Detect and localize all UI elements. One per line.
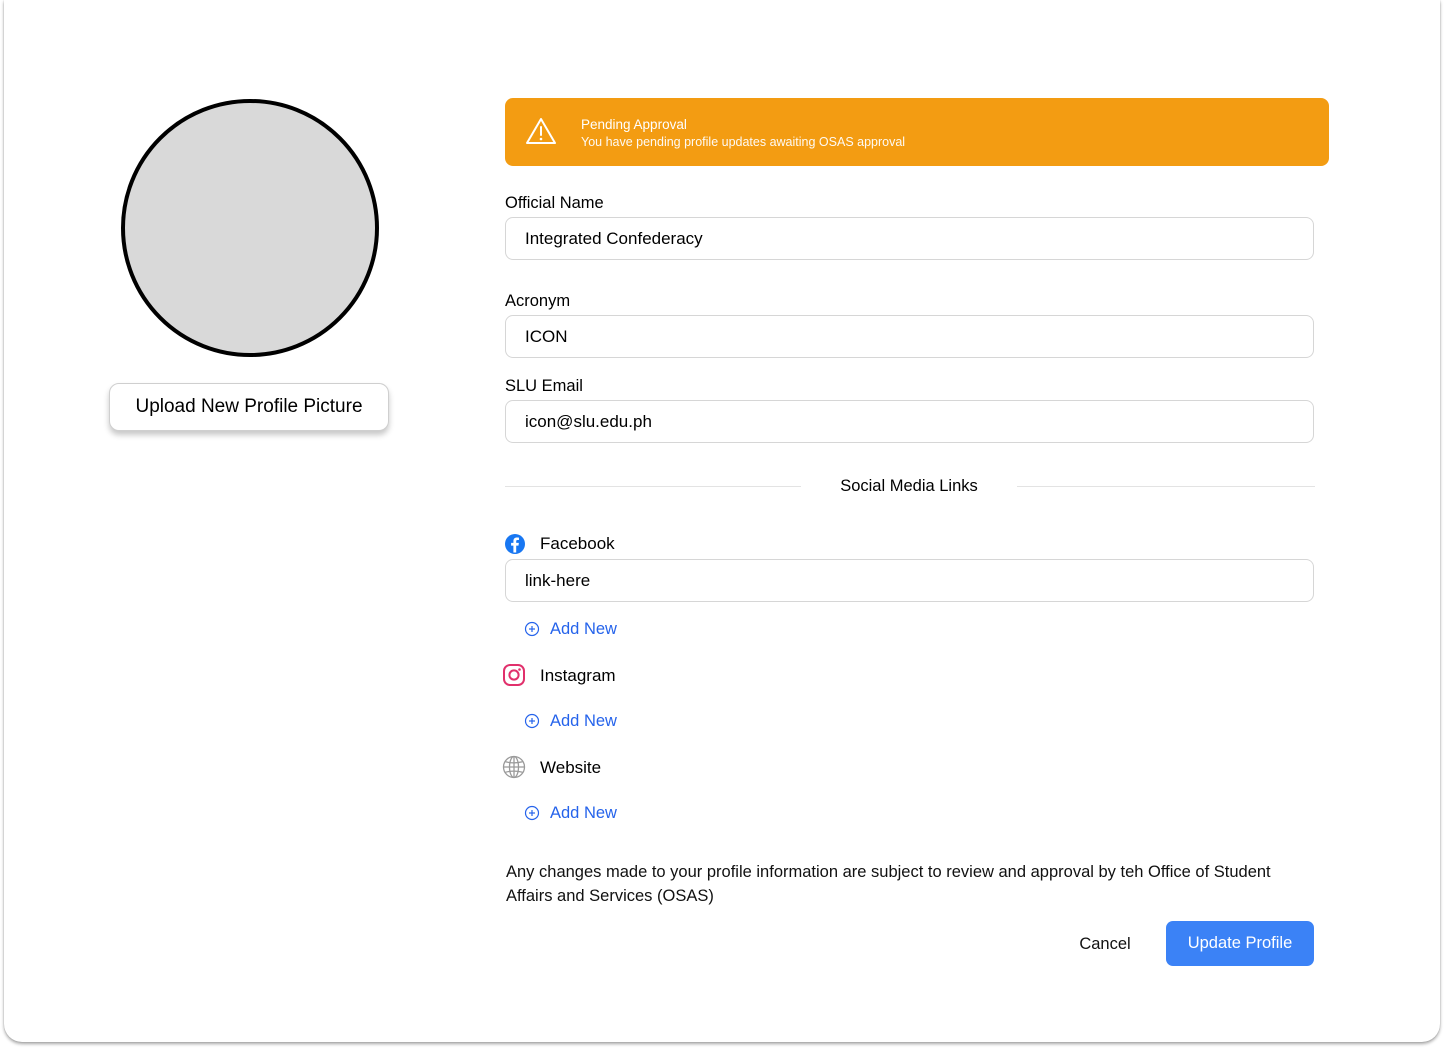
add-new-label: Add New (550, 803, 617, 822)
plus-circle-icon (524, 805, 540, 821)
facebook-icon (505, 534, 525, 554)
warning-icon (526, 118, 556, 144)
facebook-label: Facebook (540, 534, 615, 553)
add-new-label: Add New (550, 619, 617, 638)
avatar (121, 99, 379, 357)
divider-left (505, 486, 801, 487)
facebook-add-new-button[interactable]: Add New (524, 618, 617, 640)
instagram-icon (503, 664, 525, 686)
divider-right (1017, 486, 1315, 487)
acronym-label: Acronym (505, 292, 571, 310)
facebook-link-input[interactable] (505, 559, 1314, 602)
approval-notice: Any changes made to your profile informa… (506, 863, 1271, 905)
update-profile-button[interactable]: Update Profile (1166, 921, 1314, 966)
banner-message: You have pending profile updates awaitin… (581, 135, 906, 149)
social-media-heading: Social Media Links (840, 477, 978, 495)
slu-email-label: SLU Email (505, 377, 583, 395)
instagram-add-new-button[interactable]: Add New (524, 710, 617, 732)
official-name-label: Official Name (505, 194, 604, 212)
cancel-button[interactable]: Cancel (1066, 930, 1144, 958)
plus-circle-icon (524, 621, 540, 637)
slu-email-input[interactable] (505, 400, 1314, 443)
add-new-label: Add New (550, 711, 617, 730)
banner-title: Pending Approval (581, 117, 687, 132)
acronym-input[interactable] (505, 315, 1314, 358)
plus-circle-icon (524, 713, 540, 729)
pending-approval-banner: Pending Approval You have pending profil… (505, 98, 1329, 166)
website-add-new-button[interactable]: Add New (524, 802, 617, 824)
globe-icon (502, 755, 526, 779)
instagram-label: Instagram (540, 666, 616, 685)
official-name-input[interactable] (505, 217, 1314, 260)
website-label: Website (540, 758, 602, 777)
upload-profile-picture-button[interactable]: Upload New Profile Picture (109, 383, 389, 431)
